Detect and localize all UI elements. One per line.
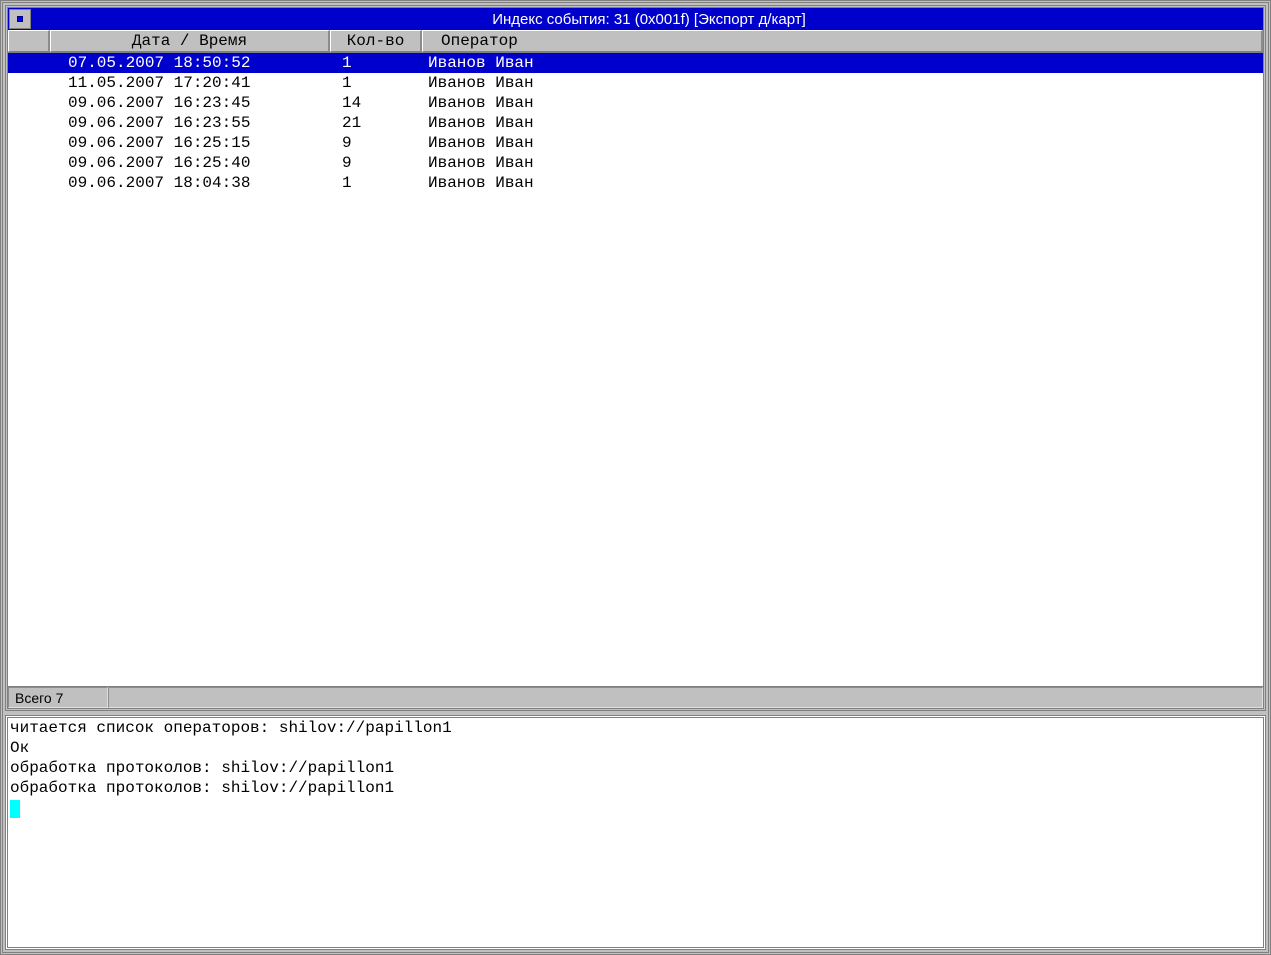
cell-date: 09.06.2007 18:04:38 [50,173,330,193]
cell-operator: Иванов Иван [422,113,1263,133]
window-title: Индекс события: 31 (0x001f) [Экспорт д/к… [35,11,1263,28]
cell-operator: Иванов Иван [422,153,1263,173]
status-total: Всего 7 [8,687,108,708]
cell-count: 9 [330,153,422,173]
cell-count: 21 [330,113,422,133]
cell-operator: Иванов Иван [422,173,1263,193]
cell-count: 1 [330,173,422,193]
status-bar: Всего 7 [8,686,1263,708]
main-window: Индекс события: 31 (0x001f) [Экспорт д/к… [0,0,1271,955]
table-row[interactable]: 09.06.2007 16:23:5521Иванов Иван [8,113,1263,133]
cell-count: 1 [330,73,422,93]
column-date[interactable]: Дата / Время [50,30,330,52]
cell-operator: Иванов Иван [422,53,1263,73]
table-header: Дата / Время Кол-во Оператор [8,30,1263,53]
cell-date: 09.06.2007 16:25:15 [50,133,330,153]
event-list-panel: Индекс события: 31 (0x001f) [Экспорт д/к… [5,5,1266,711]
cursor-icon [10,800,20,818]
table-body[interactable]: 07.05.2007 18:50:521Иванов Иван11.05.200… [8,53,1263,686]
cell-operator: Иванов Иван [422,73,1263,93]
log-line: обработка протоколов: shilov://papillon1 [10,778,1261,798]
column-operator[interactable]: Оператор [422,30,1263,52]
log-cursor-line [10,798,1261,818]
log-line: читается список операторов: shilov://pap… [10,718,1261,738]
log-panel[interactable]: читается список операторов: shilov://pap… [5,715,1266,950]
table-row[interactable]: 09.06.2007 16:23:4514Иванов Иван [8,93,1263,113]
cell-blank [8,133,50,153]
log-line: обработка протоколов: shilov://papillon1 [10,758,1261,778]
cell-blank [8,73,50,93]
cell-operator: Иванов Иван [422,133,1263,153]
cell-date: 09.06.2007 16:25:40 [50,153,330,173]
cell-count: 14 [330,93,422,113]
cell-blank [8,53,50,73]
cell-date: 09.06.2007 16:23:45 [50,93,330,113]
status-empty [108,687,1263,708]
table-row[interactable]: 09.06.2007 16:25:159Иванов Иван [8,133,1263,153]
cell-date: 07.05.2007 18:50:52 [50,53,330,73]
column-blank[interactable] [8,30,50,52]
table-row[interactable]: 09.06.2007 16:25:409Иванов Иван [8,153,1263,173]
table-row[interactable]: 11.05.2007 17:20:411Иванов Иван [8,73,1263,93]
title-bar: Индекс события: 31 (0x001f) [Экспорт д/к… [8,8,1263,30]
table-row[interactable]: 07.05.2007 18:50:521Иванов Иван [8,53,1263,73]
cell-date: 09.06.2007 16:23:55 [50,113,330,133]
cell-blank [8,93,50,113]
cell-count: 9 [330,133,422,153]
cell-blank [8,153,50,173]
system-menu-button[interactable] [9,9,31,29]
column-count[interactable]: Кол-во [330,30,422,52]
system-menu-icon [17,16,23,22]
cell-blank [8,173,50,193]
table-row[interactable]: 09.06.2007 18:04:381Иванов Иван [8,173,1263,193]
cell-count: 1 [330,53,422,73]
cell-blank [8,113,50,133]
cell-operator: Иванов Иван [422,93,1263,113]
log-line: Ок [10,738,1261,758]
cell-date: 11.05.2007 17:20:41 [50,73,330,93]
